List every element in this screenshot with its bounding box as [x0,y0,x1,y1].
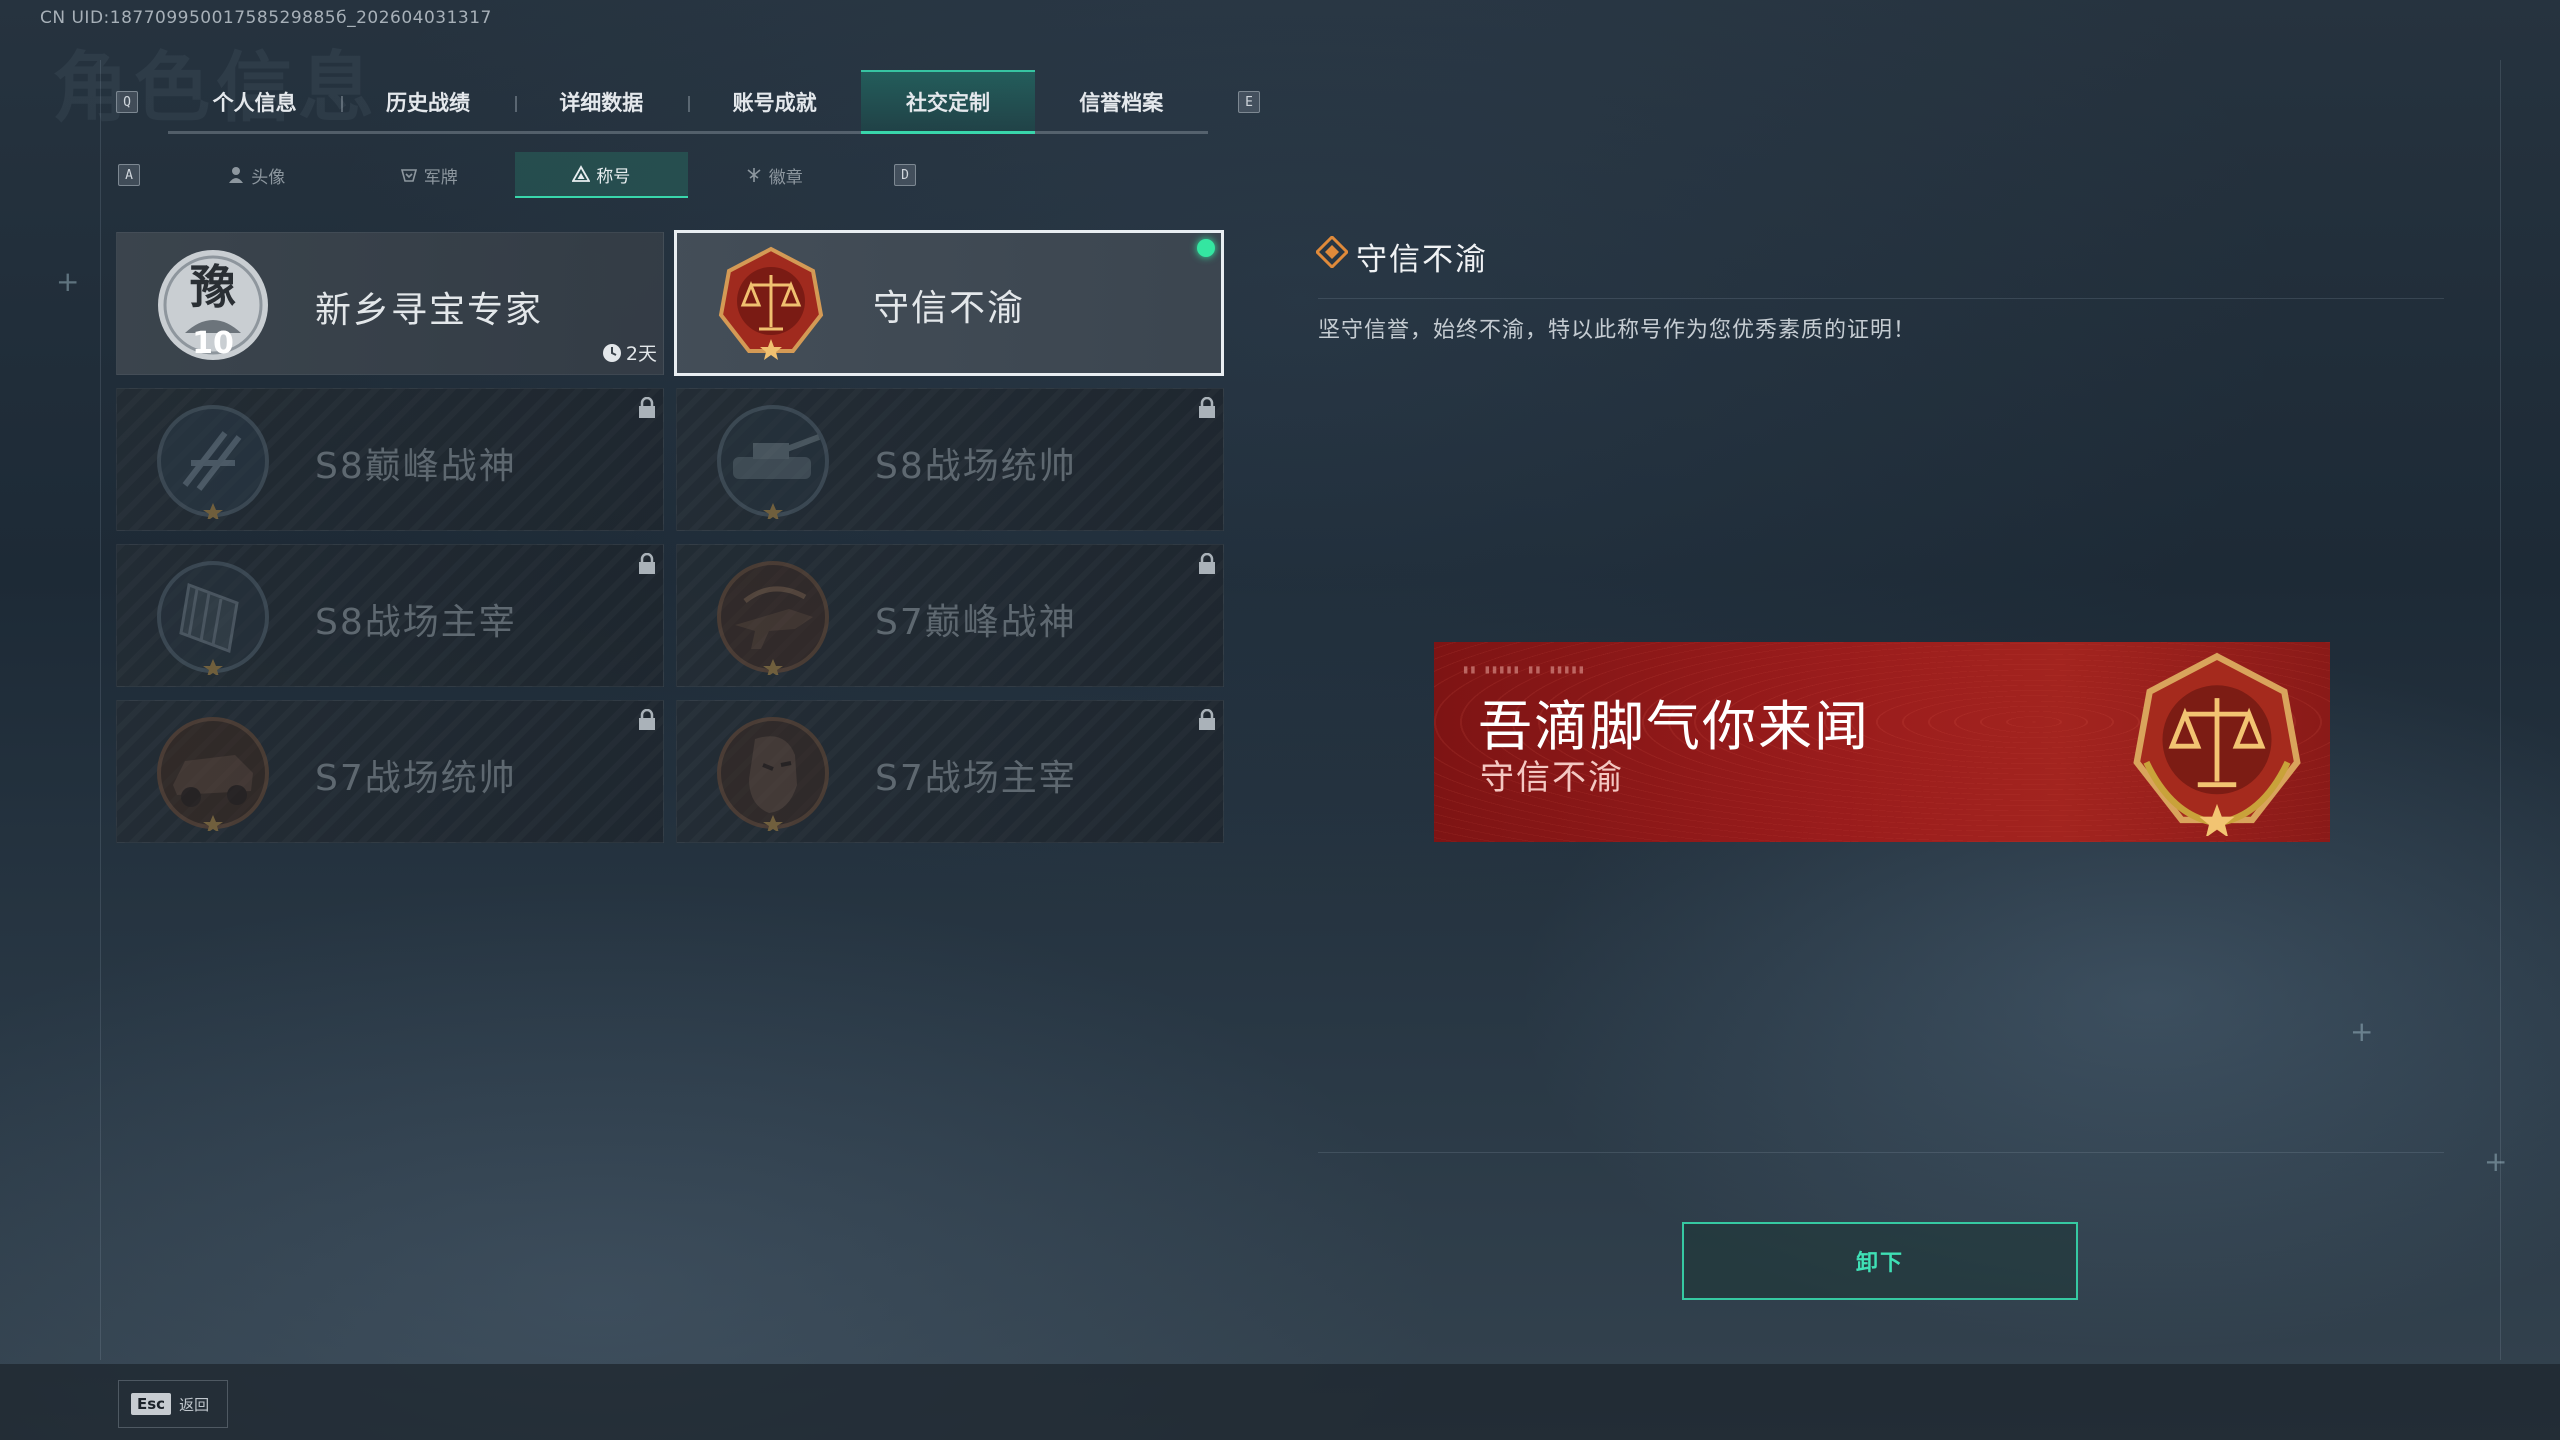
subtab-title[interactable]: 称号 [515,152,688,198]
subtab-dogtag[interactable]: 军牌 [343,152,516,198]
subtab-dogtag-label: 军牌 [423,167,458,188]
title-name: S7巅峰战神 [875,602,1077,643]
lock-icon [1199,553,1215,574]
title-name: S8战场主宰 [315,602,517,643]
unequip-button[interactable]: 卸下 [1682,1222,2078,1300]
tab-achievements[interactable]: 账号成就 [687,70,861,134]
back-button[interactable]: Esc 返回 [118,1380,228,1428]
detail-description: 坚守信誉，始终不渝，特以此称号作为您优秀素质的证明！ [1318,318,1917,343]
title-card-locked[interactable]: S8战场主宰 [116,544,664,687]
emblem-number: 10 [192,326,234,361]
esc-key: Esc [131,1393,172,1415]
tab-match-history[interactable]: 历史战绩 [341,70,514,134]
crosshair-decor: + [2350,1015,2374,1048]
frame-line-left [100,60,101,1360]
expiry-timer-text: 2天 [625,343,657,365]
s7-dominator-emblem-icon [717,717,829,831]
subtab-next-key[interactable]: D [894,164,916,186]
s7-commander-emblem-icon [157,717,269,831]
title-card[interactable]: 豫 10 新乡寻宝专家 2天 [116,232,664,375]
footer-bar [0,1364,2560,1440]
title-card-locked[interactable]: S7战场主宰 [676,700,1224,843]
banner-title: 守信不渝 [1480,758,1624,798]
tab-prev-key[interactable]: Q [116,91,138,113]
diamond-title-icon [1316,236,1348,268]
title-card-selected[interactable]: 守信不渝 [674,230,1224,376]
s8-peak-emblem-icon [157,405,269,519]
title-icon [572,165,591,182]
s8-dominator-emblem-icon [157,561,269,675]
tab-detailed-stats[interactable]: 详细数据 [514,70,688,134]
subtab-badge[interactable]: 徽章 [688,152,861,198]
crosshair-decor: + [56,265,80,298]
tab-credit-record[interactable]: 信誉档案 [1035,70,1208,134]
lock-icon [1199,709,1215,730]
crosshair-decor: + [2484,1145,2508,1178]
main-tabs: 个人信息 历史战绩 详细数据 账号成就 社交定制 信誉档案 [168,70,1208,134]
title-name: S8巅峰战神 [315,446,517,487]
subtab-avatar[interactable]: 头像 [170,152,343,198]
detail-divider [1318,298,2444,299]
sub-tabs: 头像 军牌 称号 徽章 [170,152,860,198]
title-name: 守信不渝 [873,288,1026,329]
s8-commander-emblem-icon [717,405,829,519]
title-card-locked[interactable]: S8巅峰战神 [116,388,664,531]
detail-bottom-divider [1318,1152,2444,1153]
back-label: 返回 [179,1395,210,1414]
player-uid: CN UID:18770995001758529885б_20260403131… [40,8,492,28]
lock-icon [639,553,655,574]
expiry-timer: 2天 [602,339,657,366]
person-icon [229,167,244,183]
title-name: S7战场主宰 [875,758,1077,799]
banner-decor-code: ▮▮ ▮▮▮▮▮ ▮▮ ▮▮▮▮▮ [1462,662,1585,676]
detail-title: 守信不渝 [1356,242,1488,278]
title-name: 新乡寻宝专家 [315,290,544,331]
subtab-badge-label: 徽章 [768,167,803,188]
emblem-glyph: 豫 [190,260,236,314]
subtab-prev-key[interactable]: A [118,164,140,186]
tab-next-key[interactable]: E [1238,91,1260,113]
clock-icon [602,343,621,362]
title-card-locked[interactable]: S7战场统帅 [116,700,664,843]
title-card-locked[interactable]: S7巅峰战神 [676,544,1224,687]
lock-icon [639,397,655,418]
subtab-avatar-label: 头像 [251,167,286,188]
title-card-locked[interactable]: S8战场统帅 [676,388,1224,531]
henan-emblem-icon: 豫 10 [158,250,268,361]
title-name: S7战场统帅 [315,758,517,799]
badge-icon [747,168,761,182]
tab-personal-info[interactable]: 个人信息 [168,70,341,134]
lock-icon [639,709,655,730]
title-name: S8战场统帅 [875,446,1077,487]
lock-icon [1199,397,1215,418]
scales-emblem-icon [2133,652,2301,836]
tab-social-custom[interactable]: 社交定制 [861,70,1035,134]
title-banner-preview: ▮▮ ▮▮▮▮▮ ▮▮ ▮▮▮▮▮ 吾滴脚气你来闻 守信不渝 [1434,642,2330,842]
dogtag-icon [400,169,417,182]
scales-emblem-icon [718,246,824,360]
subtab-title-label: 称号 [596,166,631,187]
equipped-indicator [1197,239,1215,257]
s7-peak-emblem-icon [717,561,829,675]
